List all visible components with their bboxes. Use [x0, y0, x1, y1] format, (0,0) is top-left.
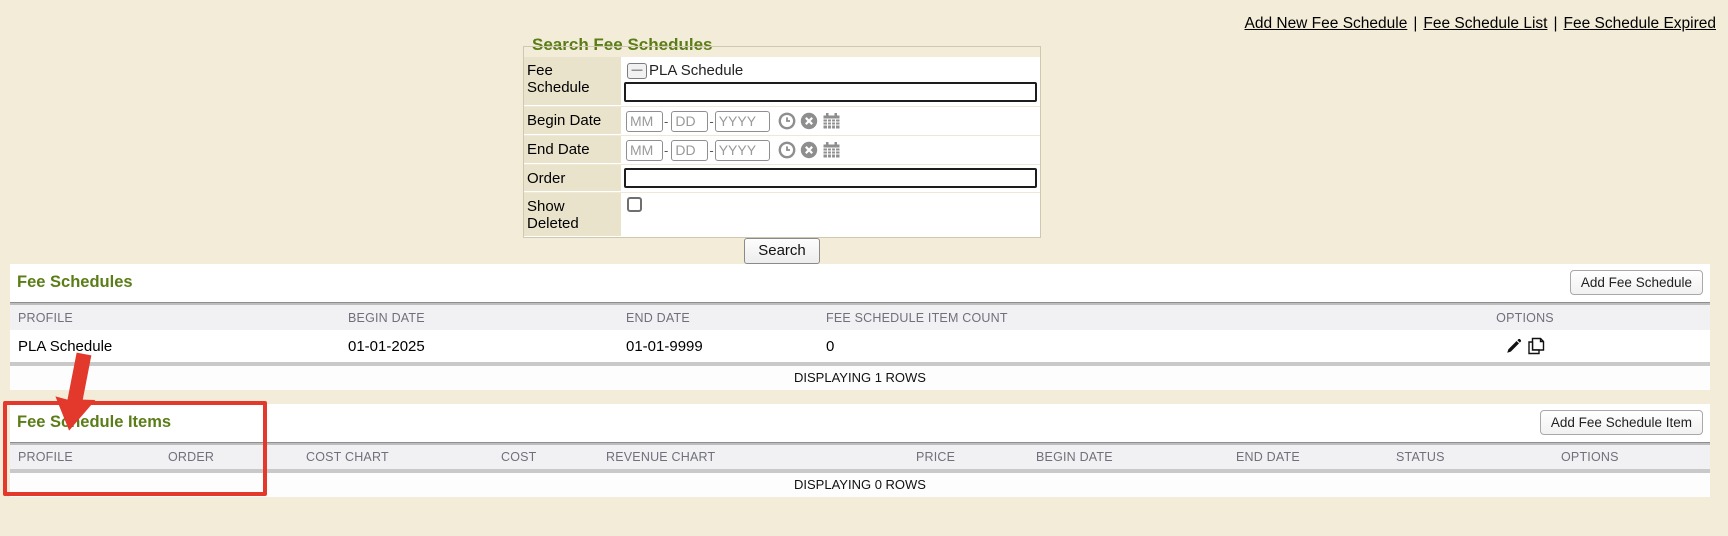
end-date-field-row: End Date - -: [524, 136, 1040, 165]
cell-begin-date: 01-01-2025: [348, 338, 626, 355]
begin-date-field-row: Begin Date - -: [524, 107, 1040, 136]
fee-schedule-label: Fee Schedule: [524, 57, 621, 106]
order-field-row: Order: [524, 165, 1040, 193]
selected-fee-schedule-name: PLA Schedule: [649, 62, 743, 79]
fee-schedules-title: Fee Schedules: [17, 273, 133, 292]
col-header-profile: PROFILE: [18, 450, 168, 464]
nav-link-fee-schedule-expired[interactable]: Fee Schedule Expired: [1563, 15, 1716, 32]
add-fee-schedule-button[interactable]: Add Fee Schedule: [1570, 270, 1703, 295]
selected-fee-schedule-chip: — PLA Schedule: [624, 59, 1037, 81]
date-dash: -: [709, 114, 713, 129]
begin-date-day-input[interactable]: [671, 111, 708, 132]
fee-schedule-items-title: Fee Schedule Items: [17, 413, 171, 432]
col-header-end-date: END DATE: [1236, 450, 1396, 464]
col-header-begin-date: BEGIN DATE: [348, 311, 626, 325]
search-fee-schedules-form: Fee Schedule — PLA Schedule Begin Date -…: [523, 46, 1041, 238]
fee-schedule-items-row-count: DISPLAYING 0 ROWS: [10, 473, 1710, 497]
nav-separator: |: [1413, 15, 1417, 32]
end-date-label: End Date: [524, 136, 621, 164]
show-deleted-checkbox[interactable]: [627, 197, 642, 212]
end-date-time-picker-icon[interactable]: [778, 141, 796, 159]
order-label: Order: [524, 165, 621, 192]
begin-date-clear-icon[interactable]: [800, 112, 818, 130]
col-header-price: PRICE: [916, 450, 1036, 464]
col-header-revenue-chart: REVENUE CHART: [606, 450, 916, 464]
col-header-cost-chart: COST CHART: [306, 450, 501, 464]
add-fee-schedule-item-button[interactable]: Add Fee Schedule Item: [1540, 410, 1703, 435]
nav-link-fee-schedule-list[interactable]: Fee Schedule List: [1423, 15, 1547, 32]
col-header-order: ORDER: [168, 450, 306, 464]
begin-date-time-picker-icon[interactable]: [778, 112, 796, 130]
search-button[interactable]: Search: [744, 238, 820, 264]
col-header-begin-date: BEGIN DATE: [1036, 450, 1236, 464]
fee-schedules-header-row: PROFILE BEGIN DATE END DATE FEE SCHEDULE…: [10, 305, 1710, 330]
end-date-month-input[interactable]: [626, 140, 663, 161]
cell-profile: PLA Schedule: [18, 338, 348, 355]
edit-icon[interactable]: [1505, 338, 1522, 355]
show-deleted-label: Show Deleted: [524, 193, 621, 237]
top-nav: Add New Fee Schedule | Fee Schedule List | F…: [1244, 15, 1716, 33]
begin-date-calendar-icon[interactable]: [822, 112, 841, 130]
col-header-status: STATUS: [1396, 450, 1561, 464]
end-date-clear-icon[interactable]: [800, 141, 818, 159]
remove-selected-fee-schedule-button[interactable]: —: [627, 63, 647, 79]
end-date-day-input[interactable]: [671, 140, 708, 161]
fee-schedule-items-panel: Fee Schedule Items Add Fee Schedule Item…: [10, 404, 1710, 497]
col-header-options: OPTIONS: [1340, 311, 1710, 325]
col-header-cost: COST: [501, 450, 606, 464]
end-date-calendar-icon[interactable]: [822, 141, 841, 159]
fee-schedules-row-count: DISPLAYING 1 ROWS: [10, 366, 1710, 390]
fee-schedule-field-row: Fee Schedule — PLA Schedule: [524, 57, 1040, 107]
date-dash: -: [664, 143, 668, 158]
nav-link-add-new-fee-schedule[interactable]: Add New Fee Schedule: [1244, 15, 1407, 32]
order-input[interactable]: [624, 168, 1037, 188]
show-deleted-field-row: Show Deleted: [524, 193, 1040, 237]
nav-separator: |: [1553, 15, 1557, 32]
col-header-profile: PROFILE: [18, 311, 348, 325]
date-dash: -: [664, 114, 668, 129]
fee-schedules-panel: Fee Schedules Add Fee Schedule PROFILE B…: [10, 264, 1710, 390]
end-date-year-input[interactable]: [715, 140, 770, 161]
date-dash: -: [709, 143, 713, 158]
cell-item-count: 0: [826, 338, 1340, 355]
begin-date-year-input[interactable]: [715, 111, 770, 132]
begin-date-label: Begin Date: [524, 107, 621, 135]
copy-icon[interactable]: [1527, 337, 1545, 355]
col-header-options: OPTIONS: [1561, 450, 1710, 464]
col-header-end-date: END DATE: [626, 311, 826, 325]
fee-schedule-search-input[interactable]: [624, 82, 1037, 102]
cell-end-date: 01-01-9999: [626, 338, 826, 355]
fee-schedule-items-header-row: PROFILE ORDER COST CHART COST REVENUE CH…: [10, 445, 1710, 469]
fee-schedule-table-row: PLA Schedule 01-01-2025 01-01-9999 0: [10, 330, 1710, 362]
col-header-item-count: FEE SCHEDULE ITEM COUNT: [826, 311, 1340, 325]
begin-date-month-input[interactable]: [626, 111, 663, 132]
